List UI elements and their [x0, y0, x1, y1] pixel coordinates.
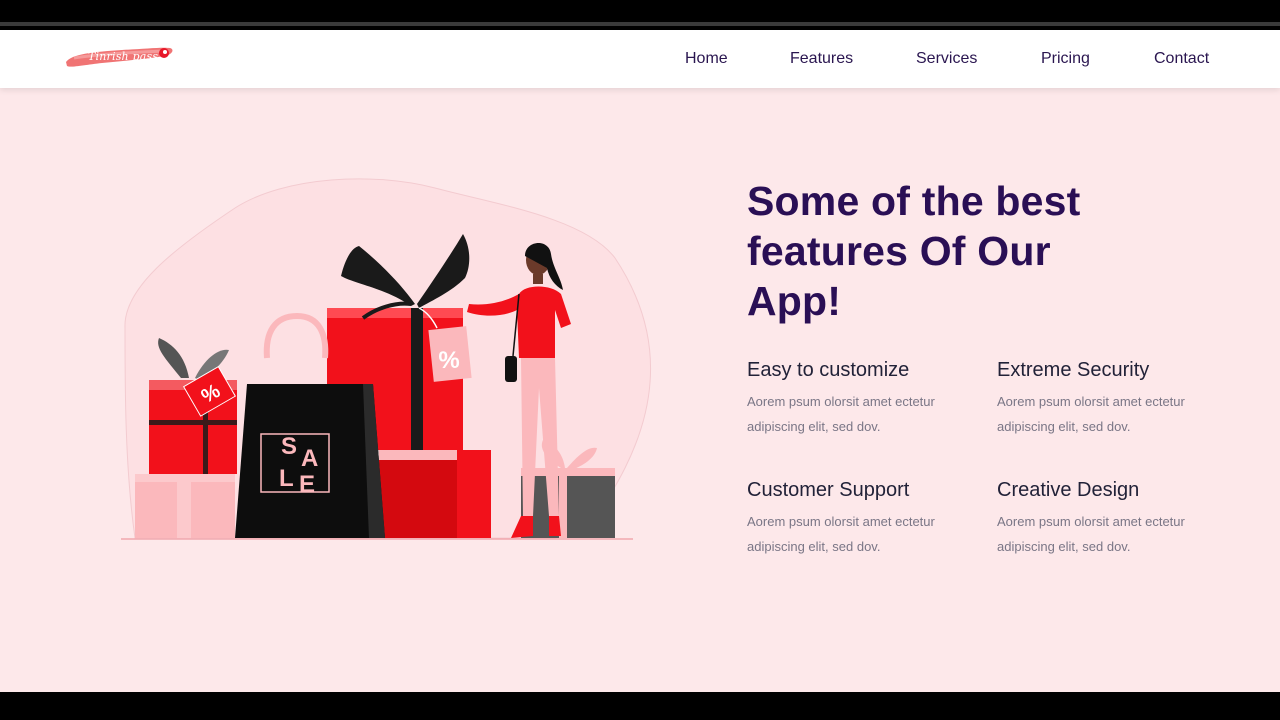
svg-text:%: % [438, 347, 459, 374]
svg-text:L: L [279, 465, 294, 492]
feature-title: Customer Support [747, 479, 910, 501]
site-header: Tinrish pass Home Features Services Pric… [0, 30, 1280, 88]
nav-services[interactable]: Services [916, 50, 977, 68]
video-letterbox-bottom [0, 692, 1280, 720]
shopping-illustration: % % S A L E [121, 178, 651, 540]
feature-description: Aorem psum olorsit amet ectetur adipisci… [997, 514, 1185, 554]
features-heading: Some of the best features Of Our App! [747, 178, 1081, 324]
feature-card-design: Creative Design Aorem psum olorsit amet … [997, 478, 1227, 559]
video-letterbox-top [0, 0, 1280, 26]
svg-text:S: S [281, 433, 297, 460]
feature-description: Aorem psum olorsit amet ectetur adipisci… [747, 514, 935, 554]
svg-text:A: A [301, 445, 318, 472]
nav-home[interactable]: Home [685, 50, 728, 68]
feature-card-security: Extreme Security Aorem psum olorsit amet… [997, 358, 1227, 439]
nav-pricing[interactable]: Pricing [1041, 50, 1090, 68]
feature-title: Easy to customize [747, 359, 910, 381]
logo-text: Tinrish pass [88, 50, 159, 63]
svg-text:E: E [299, 471, 315, 498]
feature-description: Aorem psum olorsit amet ectetur adipisci… [997, 394, 1185, 434]
feature-description: Aorem psum olorsit amet ectetur adipisci… [747, 394, 935, 434]
feature-card-support: Customer Support Aorem psum olorsit amet… [747, 478, 977, 559]
feature-title: Extreme Security [997, 359, 1150, 381]
nav-features[interactable]: Features [790, 50, 853, 68]
feature-card-customize: Easy to customize Aorem psum olorsit ame… [747, 358, 977, 439]
nav-contact[interactable]: Contact [1154, 50, 1209, 68]
feature-title: Creative Design [997, 479, 1140, 501]
